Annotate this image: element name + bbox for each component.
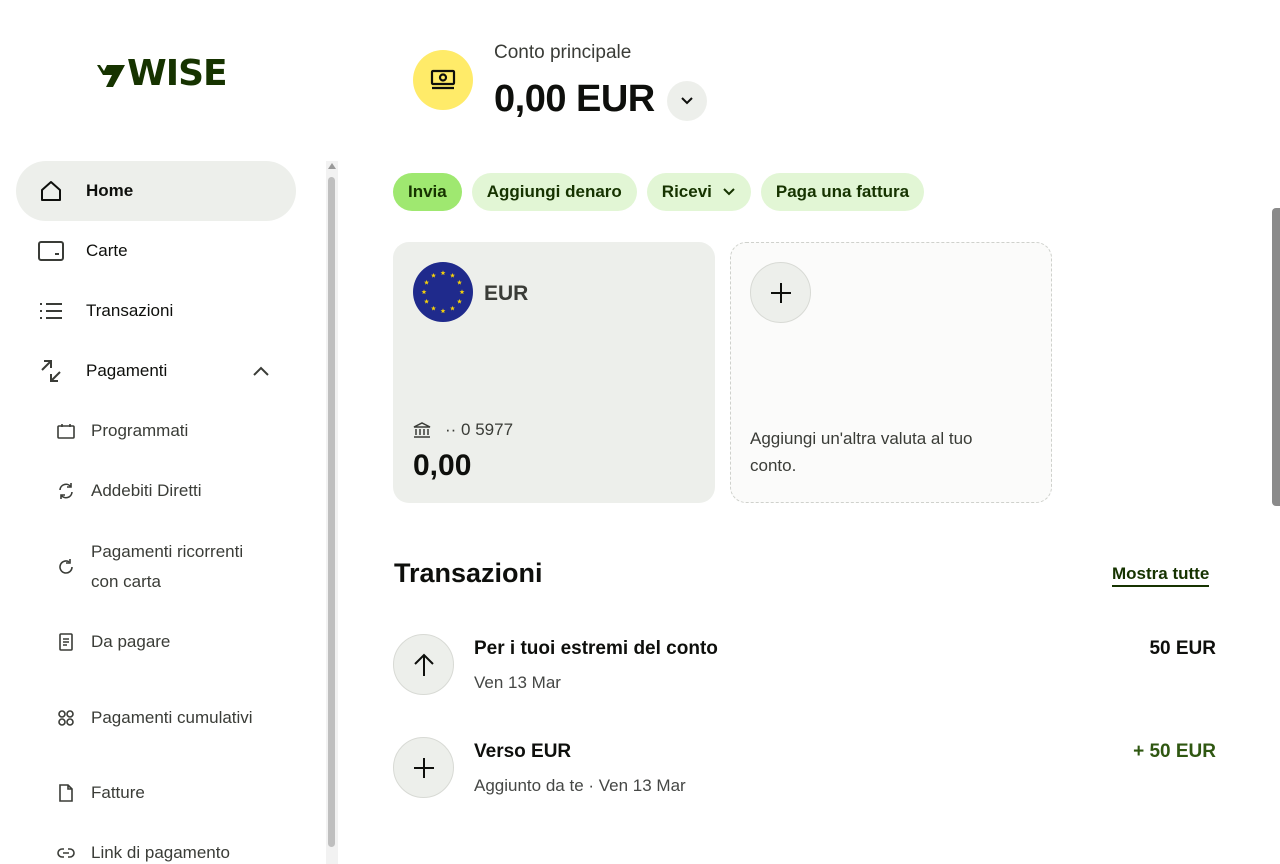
sidebar-item-carte[interactable]: Carte [16,221,296,281]
receipt-icon [56,632,76,652]
wise-wordmark: WISE [127,53,228,94]
add-money-button[interactable]: Aggiungi denaro [471,173,637,211]
transaction-row[interactable]: Verso EUR Aggiunto da te · Ven 13 Mar + … [393,737,1216,799]
plus-icon [413,757,434,778]
balance-amount: 0,00 [413,449,472,482]
sidebar-subitem-label: Fatture [91,783,145,802]
sidebar-item-label: Carte [86,241,128,260]
sidebar-item-home[interactable]: Home [16,161,296,221]
transaction-amount: 50 EUR [1149,638,1216,659]
receive-button[interactable]: Ricevi [646,173,751,211]
sidebar-subitem-label: Pagamenti cumulativi [91,707,253,727]
sidebar-nav: Home Carte Transazioni Pagamenti Program… [16,161,296,864]
sidebar-item-pagamenti[interactable]: Pagamenti [16,341,296,401]
transaction-icon-circle [393,634,454,695]
transaction-icon-circle [393,737,454,798]
transactions-title: Transazioni [394,558,543,588]
transfer-arrows-icon [38,358,64,384]
action-buttons: Invia Aggiungi denaro Ricevi Paga una fa… [393,173,925,211]
bank-details: ·· 0 5977 [413,420,513,440]
calendar-icon [56,421,76,441]
sidebar-subitem-programmati[interactable]: Programmati [16,401,296,461]
sidebar-scroll-up-arrow[interactable] [328,163,336,169]
card-icon [38,238,64,264]
add-currency-button[interactable] [750,262,811,323]
sidebar-subitem-da-pagare[interactable]: Da pagare [16,612,296,672]
transaction-row[interactable]: Per i tuoi estremi del conto Ven 13 Mar … [393,634,1216,696]
sidebar-subitem-pagamenti-ricorrenti[interactable]: Pagamenti ricorrenti con carta [16,521,296,612]
arrow-up-icon [413,653,434,676]
receive-button-label: Ricevi [661,182,712,201]
document-icon [56,783,76,803]
sidebar-subitem-label: Da pagare [91,632,171,651]
sidebar-subitem-label: Addebiti Diretti [91,481,202,500]
batch-icon [56,708,76,728]
transaction-amount: + 50 EUR [1133,741,1216,762]
sidebar-subitem-link-di-pagamento[interactable]: Link di pagamento [16,823,296,864]
wise-logo[interactable]: WISE [95,53,228,94]
add-currency-card[interactable]: Aggiungi un'altra valuta al tuo conto. [730,242,1052,503]
sidebar-item-label: Transazioni [86,301,174,320]
transaction-name: Per i tuoi estremi del conto [474,638,718,659]
add-currency-text: Aggiungi un'altra valuta al tuo conto. [750,429,973,475]
account-dropdown-button[interactable] [667,81,707,121]
sidebar-subitem-label: Link di pagamento [91,843,230,862]
sidebar-item-transazioni[interactable]: Transazioni [16,281,296,341]
bank-icon [413,420,433,440]
sidebar-scrollbar-thumb[interactable] [328,177,335,847]
wise-flag-icon [97,65,125,87]
eu-flag-icon [413,262,473,322]
chevron-up-icon[interactable] [252,362,270,380]
eur-balance-card[interactable]: EUR ·· 0 5977 0,00 [393,242,715,503]
sidebar-item-label: Pagamenti [86,361,168,380]
sidebar-subitem-pagamenti-cumulativi[interactable]: Pagamenti cumulativi [16,672,296,763]
sidebar-subitem-addebiti-diretti[interactable]: Addebiti Diretti [16,461,296,521]
page-scrollbar-thumb[interactable] [1272,208,1280,506]
send-button[interactable]: Invia [393,173,462,211]
account-label: Conto principale [494,42,632,63]
home-icon [38,178,64,204]
sync-icon [56,481,76,501]
sidebar-subitem-label: Programmati [91,421,189,440]
account-balance: 0,00 EUR [494,78,655,120]
transaction-name: Verso EUR [474,741,572,762]
show-all-link[interactable]: Mostra tutte [1112,564,1210,587]
sidebar-subitem-label: Pagamenti ricorrenti con carta [91,541,244,591]
cash-icon [430,69,456,90]
balance-currency: EUR [484,282,529,305]
account-avatar[interactable] [413,50,473,110]
link-icon [56,843,76,863]
account-number: ·· 0 5977 [445,420,514,439]
transaction-date: Ven 13 Mar [474,673,561,692]
chevron-down-icon [722,187,736,197]
pay-bill-button[interactable]: Paga una fattura [760,173,925,211]
sidebar-item-label: Home [86,181,134,200]
list-icon [38,298,64,324]
sidebar-subitem-fatture[interactable]: Fatture [16,763,296,823]
refresh-icon [56,557,76,577]
chevron-down-icon [681,97,693,105]
plus-icon [770,282,791,303]
transaction-date: Aggiunto da te · Ven 13 Mar [474,776,686,795]
